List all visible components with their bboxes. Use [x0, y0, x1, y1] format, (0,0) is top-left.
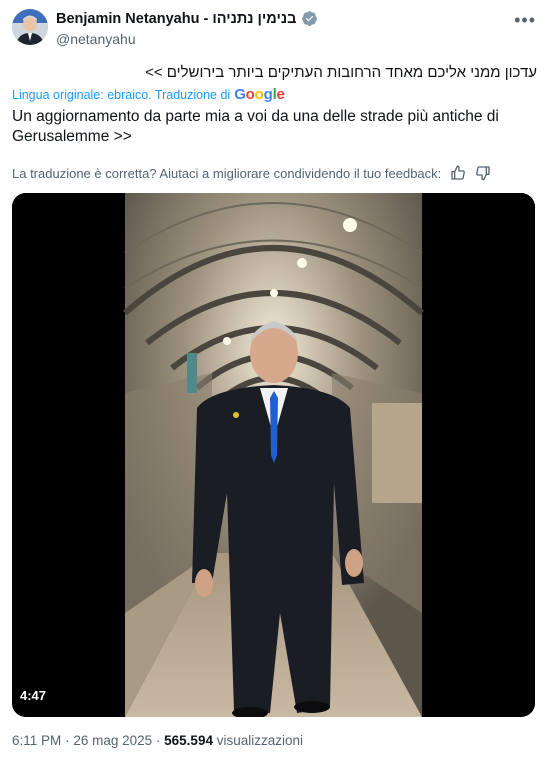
author-name-row[interactable]: Benjamin Netanyahu - בנימין נתניהו	[56, 10, 318, 27]
thumbs-up-icon[interactable]	[450, 165, 466, 181]
thumbs-down-icon[interactable]	[475, 165, 491, 181]
tweet-translated-text: Un aggiornamento da parte mia a voi da u…	[12, 108, 499, 145]
video-player[interactable]	[12, 193, 535, 717]
google-logo: Google	[234, 86, 285, 103]
video-frame	[12, 193, 535, 717]
meta-separator-2: ·	[155, 733, 161, 748]
feedback-prompt: La traduzione è corretta? Aiutaci a migl…	[12, 165, 442, 181]
tweet-time[interactable]: 6:11 PM	[12, 733, 61, 748]
translation-feedback-row: La traduzione è corretta? Aiutaci a migl…	[12, 165, 491, 181]
author-handle[interactable]: @netanyahu	[56, 31, 136, 47]
author-display-name[interactable]: Benjamin Netanyahu - בנימין נתניהו	[56, 11, 296, 27]
avatar[interactable]	[12, 9, 48, 45]
video-duration: 4:47	[20, 688, 47, 703]
translation-label[interactable]: Lingua originale: ebraico. Traduzione di	[12, 88, 230, 102]
tweet-date[interactable]: 26 mag 2025	[73, 733, 152, 748]
views-count: 565.594	[164, 733, 213, 748]
tweet-original-text: עדכון ממני אליכם מאחד הרחובות העתיקים בי…	[145, 64, 537, 81]
tweet-meta: 6:11 PM · 26 mag 2025 · 565.594 visualiz…	[12, 733, 303, 748]
views-label: visualizzazioni	[216, 733, 304, 748]
tweet-header: Benjamin Netanyahu - בנימין נתניהו @neta…	[0, 0, 552, 56]
verified-badge-icon	[302, 11, 318, 26]
meta-separator: ·	[65, 733, 70, 748]
more-options-icon[interactable]: •••	[514, 10, 536, 31]
translation-attribution[interactable]: Lingua originale: ebraico. Traduzione di…	[12, 86, 285, 103]
